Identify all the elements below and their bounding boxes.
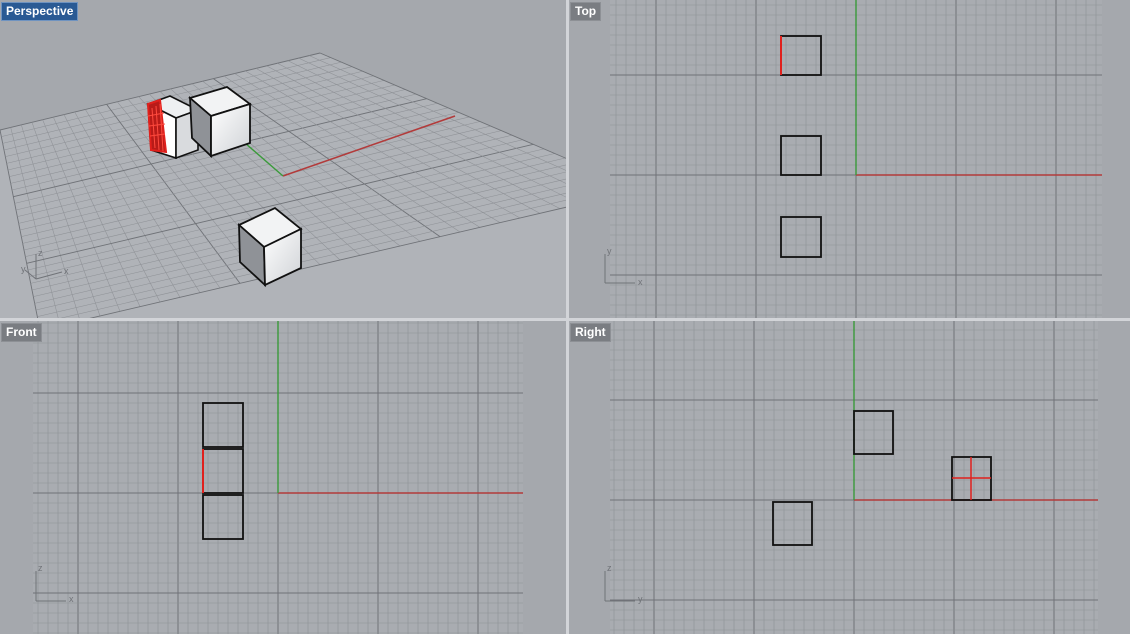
right-scene: y z bbox=[604, 321, 1098, 634]
axis-label-z: z bbox=[607, 563, 612, 573]
axis-label-z: z bbox=[38, 248, 43, 258]
viewport-title-front[interactable]: Front bbox=[1, 323, 42, 342]
viewport-front[interactable]: x z Front bbox=[0, 321, 566, 634]
axis-label-z: z bbox=[38, 563, 43, 573]
axis-label-x: x bbox=[69, 594, 74, 604]
viewport-right[interactable]: y z Right bbox=[569, 321, 1130, 634]
axis-label-y: y bbox=[21, 264, 26, 274]
axis-label-y: y bbox=[607, 246, 612, 256]
construction-plane bbox=[0, 53, 566, 318]
axis-label-y: y bbox=[638, 594, 643, 604]
perspective-scene: x z y bbox=[0, 52, 566, 318]
axis-label-x: x bbox=[638, 277, 643, 287]
front-scene: x z bbox=[33, 321, 523, 634]
viewport-title-top[interactable]: Top bbox=[570, 2, 602, 21]
viewport-top[interactable]: x y Top bbox=[569, 0, 1130, 318]
viewport-title-right[interactable]: Right bbox=[570, 323, 611, 342]
viewport-perspective[interactable]: x z y Perspective bbox=[0, 0, 566, 318]
axis-label-x: x bbox=[64, 266, 69, 276]
top-scene: x y bbox=[604, 0, 1102, 318]
viewport-title-perspective[interactable]: Perspective bbox=[1, 2, 79, 21]
box-object[interactable] bbox=[188, 86, 252, 159]
